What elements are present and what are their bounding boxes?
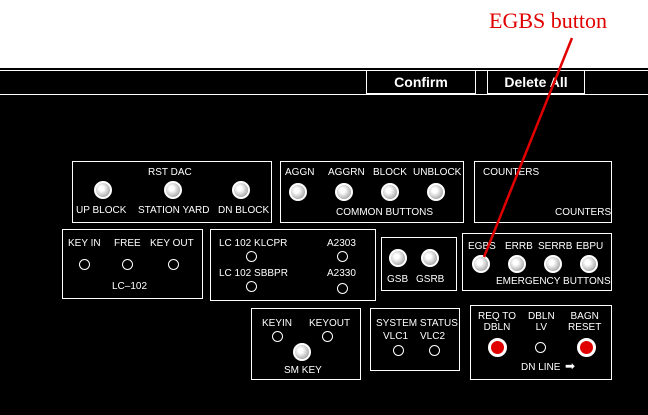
annotation-arrow-icon	[482, 37, 574, 258]
